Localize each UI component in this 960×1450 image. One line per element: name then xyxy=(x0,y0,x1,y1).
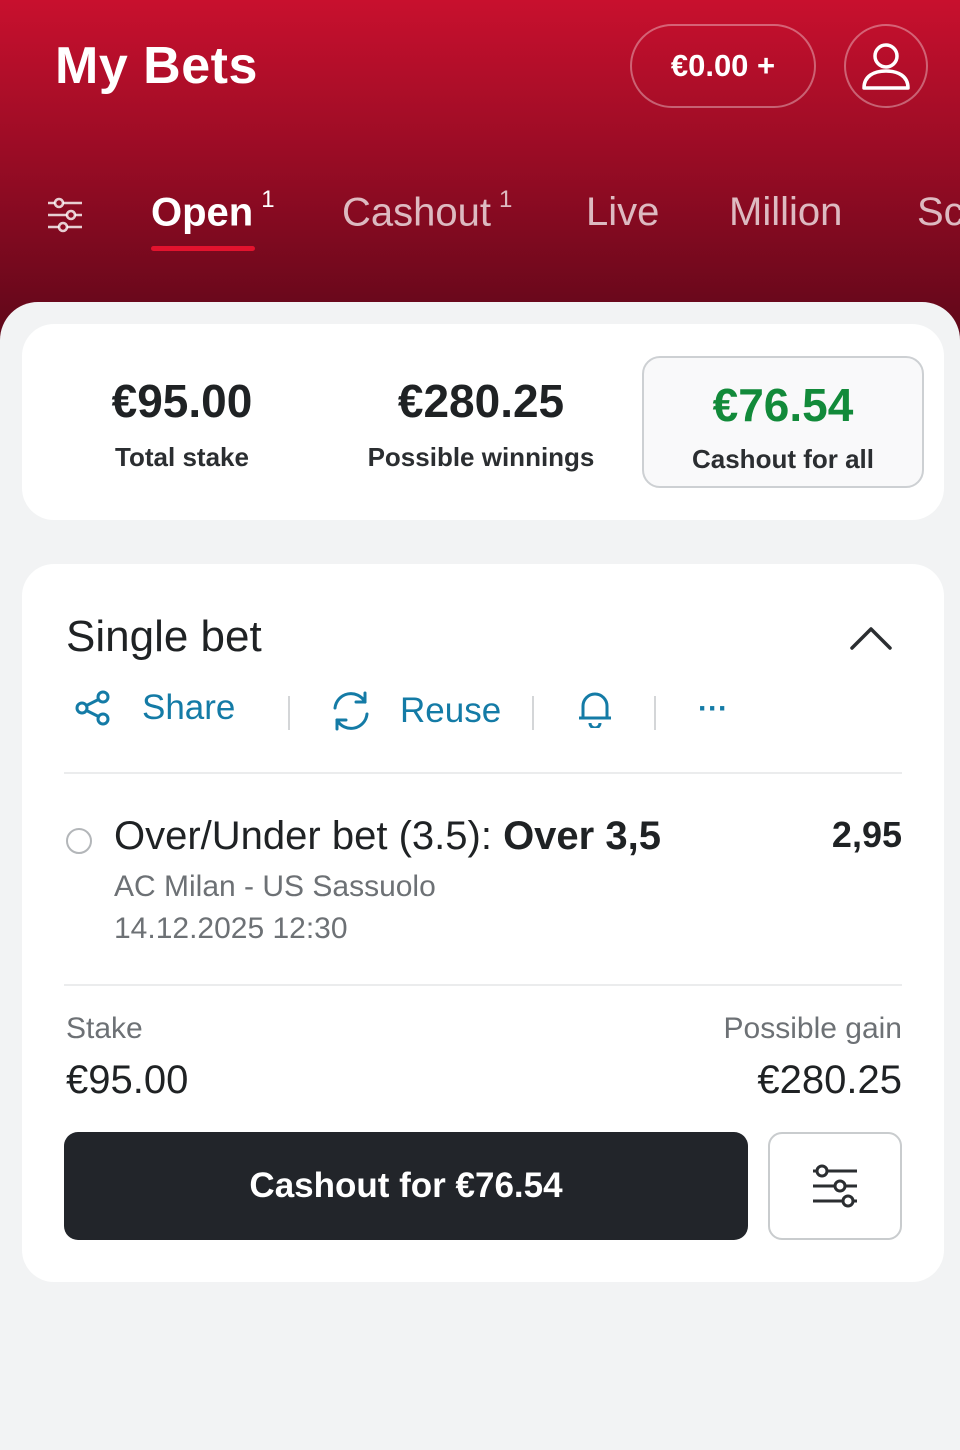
bet-tabs: Open 1 Cashout 1 Live Million Sc xyxy=(0,180,960,260)
divider xyxy=(64,772,902,774)
tab-cashout[interactable]: Cashout 1 xyxy=(342,186,512,235)
tab-sc[interactable]: Sc xyxy=(917,190,960,235)
possible-gain-label: Possible gain xyxy=(723,1012,902,1045)
cashout-button[interactable]: Cashout for €76.54 xyxy=(64,1132,748,1240)
market-name: Over/Under bet (3.5): xyxy=(114,814,492,858)
tab-cashout-label: Cashout xyxy=(342,190,491,235)
active-tab-indicator xyxy=(151,246,255,251)
share-button[interactable]: Share xyxy=(74,688,235,728)
selection-market: Over/Under bet (3.5): Over 3,5 xyxy=(114,814,661,859)
selection-odds: 2,95 xyxy=(831,814,902,855)
cashout-settings-button[interactable] xyxy=(768,1132,902,1240)
selection-pick: Over 3,5 xyxy=(503,814,661,858)
bet-actions: Share Reuse ··· xyxy=(66,688,906,738)
sliders-icon xyxy=(813,1164,857,1208)
share-label: Share xyxy=(142,688,236,727)
tab-open[interactable]: Open 1 xyxy=(151,186,275,235)
more-options-button[interactable]: ··· xyxy=(698,692,728,726)
bets-summary: €95.00 Total stake €280.25 Possible winn… xyxy=(22,324,944,520)
page-title: My Bets xyxy=(55,37,258,95)
balance-deposit-button[interactable]: €0.00 + xyxy=(630,24,816,108)
cashout-all-label: Cashout for all xyxy=(691,444,874,474)
user-icon xyxy=(862,43,910,90)
action-divider xyxy=(532,696,534,730)
tab-open-label: Open xyxy=(151,190,254,235)
possible-winnings-value: €280.25 xyxy=(397,375,565,427)
chevron-up-icon[interactable] xyxy=(848,616,894,662)
bell-icon xyxy=(579,692,611,728)
reuse-label: Reuse xyxy=(400,691,502,730)
selection-date: 14.12.2025 12:30 xyxy=(114,912,348,945)
possible-winnings-label: Possible winnings xyxy=(367,442,595,472)
selection-event: AC Milan - US Sassuolo xyxy=(114,870,436,903)
share-icon xyxy=(75,690,110,726)
tab-cashout-count: 1 xyxy=(498,186,513,213)
tab-live[interactable]: Live xyxy=(586,190,659,235)
total-stake-label: Total stake xyxy=(115,442,249,472)
tab-open-count: 1 xyxy=(261,186,275,213)
selection-status-icon xyxy=(66,828,92,854)
action-divider xyxy=(654,696,656,730)
bet-type-title: Single bet xyxy=(66,612,262,661)
possible-gain-value: €280.25 xyxy=(757,1058,902,1102)
total-stake-value: €95.00 xyxy=(111,375,253,427)
total-stake: €95.00 Total stake xyxy=(62,374,302,473)
notify-button[interactable] xyxy=(576,688,614,728)
cashout-all-button[interactable]: €76.54 Cashout for all xyxy=(642,356,924,488)
stake-value: €95.00 xyxy=(66,1058,189,1102)
profile-button[interactable] xyxy=(844,24,928,108)
possible-winnings: €280.25 Possible winnings xyxy=(340,374,622,473)
tab-million[interactable]: Million xyxy=(729,190,842,235)
more-icon: ··· xyxy=(698,692,728,725)
cashout-all-value: €76.54 xyxy=(712,379,854,431)
tab-live-label: Live xyxy=(586,190,660,234)
app-header: My Bets €0.00 + Open 1 Cashout 1 Live Mill… xyxy=(0,0,960,340)
divider xyxy=(64,984,902,986)
balance-label: €0.00 + xyxy=(670,48,776,83)
filter-icon[interactable] xyxy=(46,196,84,234)
bet-card: Single bet Share Reuse ··· Over/Under be… xyxy=(22,564,944,1282)
cashout-button-label: Cashout for €76.54 xyxy=(249,1166,563,1205)
refresh-icon xyxy=(333,691,369,731)
tab-million-label: Million xyxy=(729,190,843,234)
tab-sc-label: Sc xyxy=(917,190,960,234)
reuse-button[interactable]: Reuse xyxy=(328,688,501,734)
action-divider xyxy=(288,696,290,730)
stake-label: Stake xyxy=(66,1012,143,1045)
